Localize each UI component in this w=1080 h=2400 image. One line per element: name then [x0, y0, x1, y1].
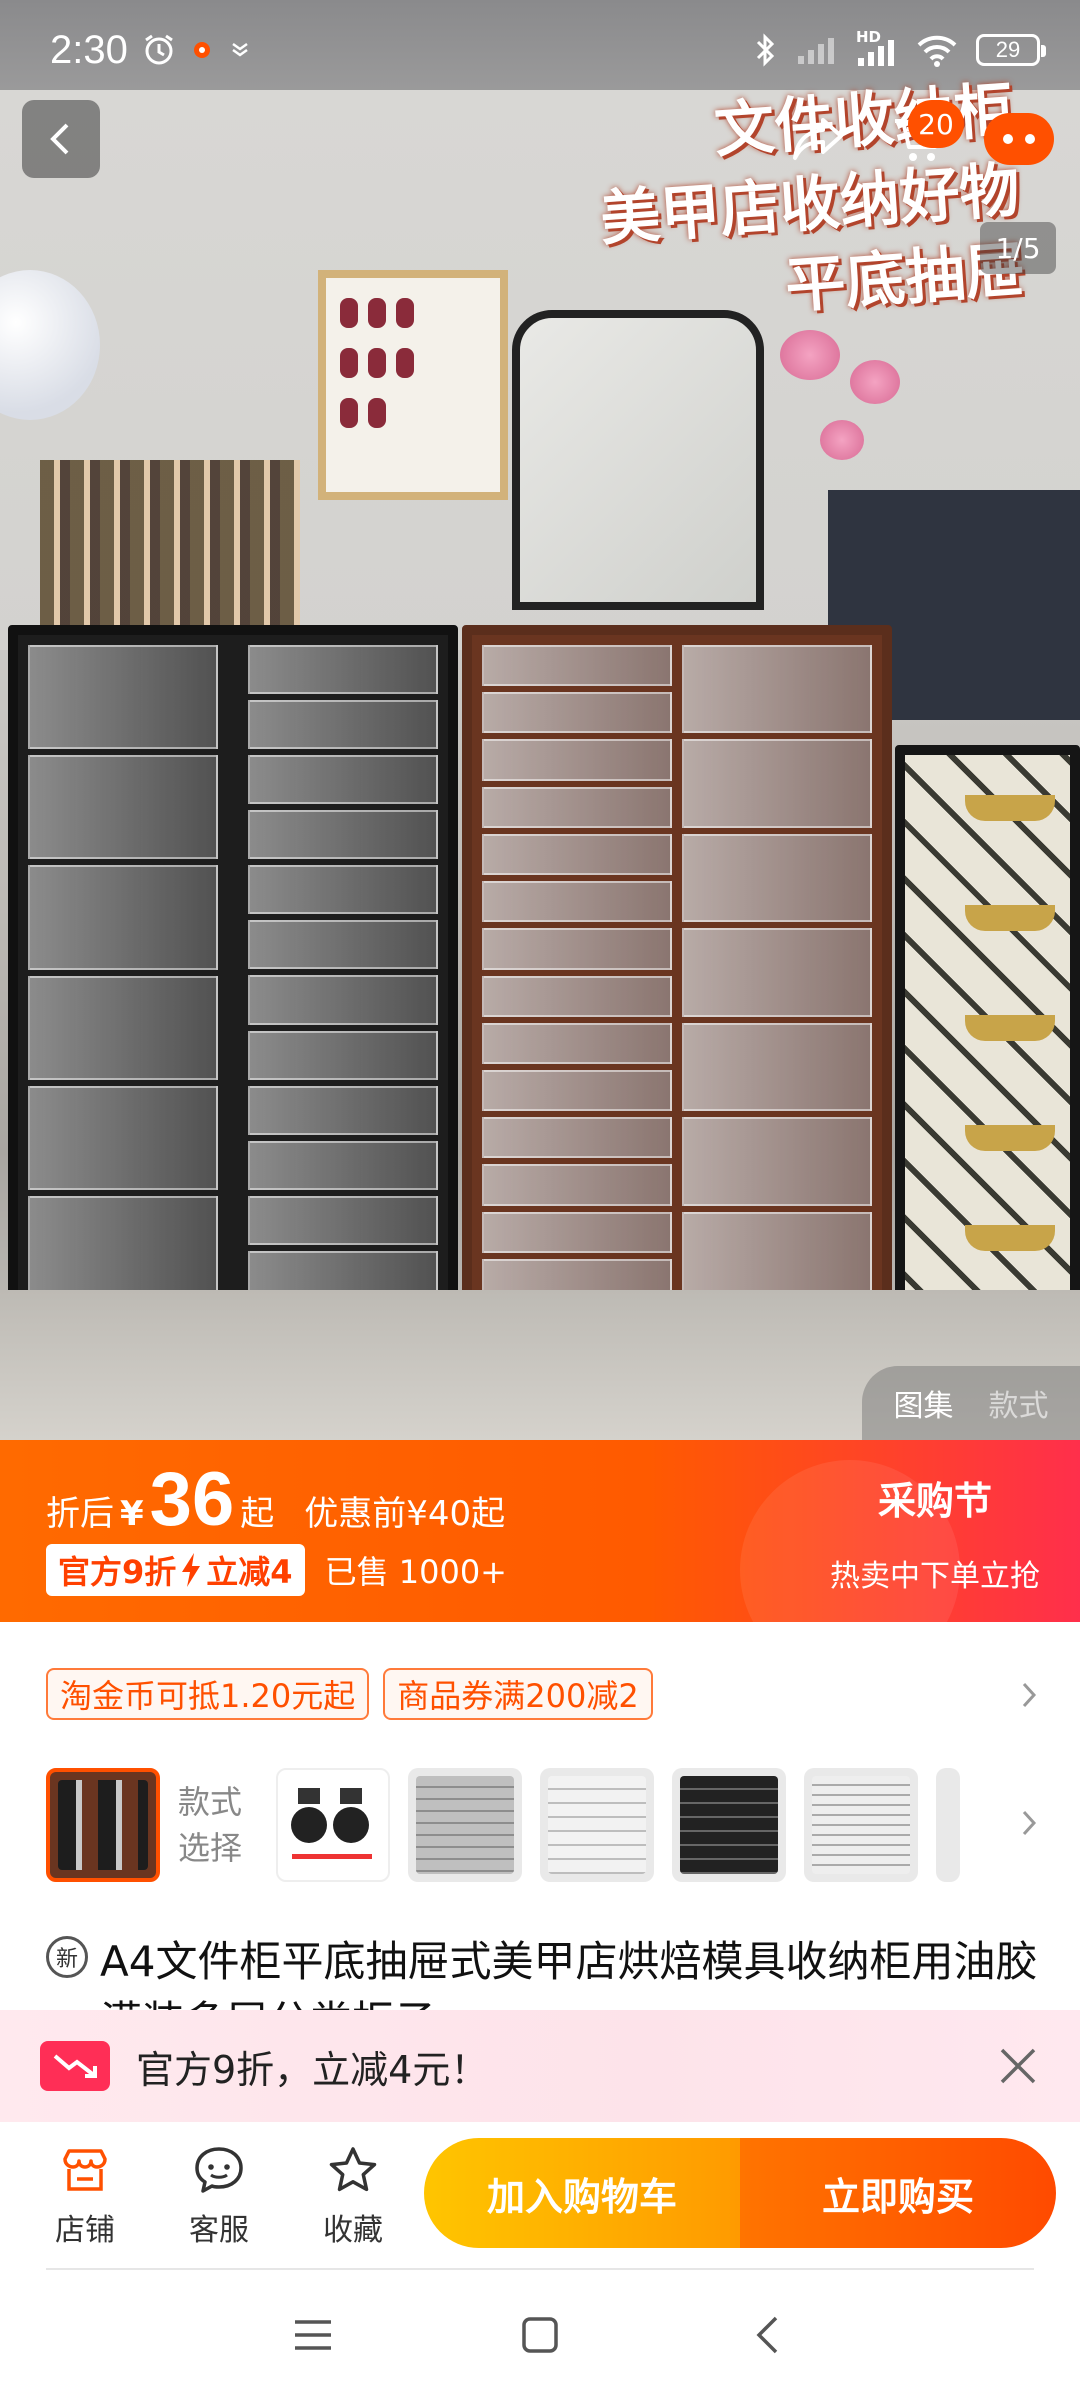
new-badge: 新	[46, 1936, 88, 1978]
variant-thumb-white[interactable]	[540, 1768, 654, 1882]
lightning-icon	[182, 1553, 201, 1587]
coupon-row[interactable]: 淘金币可抵1.20元起 商品券满200减2	[46, 1668, 653, 1720]
discount-trend-icon	[40, 2041, 110, 2091]
signal-hd-icon: HD	[854, 28, 898, 68]
variant-thumb-white-tall[interactable]	[804, 1768, 918, 1882]
network-type-label: HD	[856, 28, 882, 46]
caster-wheel-icon	[291, 1788, 372, 1859]
battery-indicator: 29	[976, 34, 1046, 66]
price-prefix: 折后	[46, 1494, 114, 1534]
chevron-right-icon[interactable]	[1014, 1680, 1044, 1710]
promo-strip[interactable]: 官方9折，立减4元！	[0, 2010, 1080, 2122]
variant-label: 款式 选择	[178, 1783, 243, 1867]
image-mirror	[512, 310, 764, 610]
shop-icon	[63, 2149, 107, 2191]
cart-count-badge: 20	[908, 100, 964, 148]
variant-thumb-black[interactable]	[672, 1768, 786, 1882]
price-value: 36	[149, 1457, 235, 1542]
image-flower	[850, 360, 900, 404]
image-cabinet-middle	[462, 625, 892, 1320]
variant-thumb-wheels[interactable]	[276, 1768, 390, 1882]
image-cabinet-floral	[895, 745, 1080, 1315]
festival-subtitle: 热卖中下单立抢	[830, 1559, 1040, 1594]
festival-title: 采购节	[877, 1479, 992, 1523]
variant-thumb-selected[interactable]	[46, 1768, 160, 1882]
menu-icon	[295, 2320, 332, 2350]
image-counter: 1/5	[980, 222, 1056, 274]
image-flower	[780, 330, 840, 380]
wifi-icon	[916, 33, 958, 67]
recent-apps-button[interactable]	[283, 2305, 343, 2365]
buy-now-button[interactable]: 立即购买	[740, 2138, 1056, 2248]
variant-thumb-gray[interactable]	[408, 1768, 522, 1882]
taobao-notification-icon	[190, 38, 214, 62]
back-arrow-icon	[756, 2316, 777, 2354]
chevron-left-icon	[50, 123, 69, 155]
status-time: 2:30	[50, 27, 128, 72]
home-square-icon	[522, 2317, 558, 2353]
back-button[interactable]	[22, 100, 100, 178]
home-button[interactable]	[510, 2305, 570, 2365]
system-nav-bar	[0, 2270, 1080, 2400]
system-back-button[interactable]	[737, 2305, 797, 2365]
discount-tag: 官方9折 立减4	[46, 1544, 305, 1596]
shop-label: 店铺	[55, 2213, 115, 2248]
price-suffix: 起	[240, 1494, 275, 1534]
sold-count: 已售 1000+	[324, 1553, 507, 1591]
festival-banner[interactable]: 采购节 热卖中下单立抢	[810, 1470, 1060, 1595]
product-title[interactable]: A4文件柜平底抽屉式美甲店烘焙模具收纳柜用油胶满装多层分类柜子	[100, 1932, 1046, 2022]
favorite-button[interactable]: 收藏	[286, 2143, 420, 2249]
chat-icon	[195, 2147, 243, 2193]
image-bottles	[40, 460, 300, 630]
customer-service-button[interactable]: 客服	[152, 2143, 286, 2249]
more-dots-icon	[984, 113, 1054, 165]
original-price: 优惠前¥40起	[304, 1494, 506, 1534]
coupon-coin[interactable]: 淘金币可抵1.20元起	[46, 1668, 370, 1720]
share-button[interactable]	[780, 100, 858, 178]
signal-weak-icon	[796, 34, 836, 66]
close-icon[interactable]	[996, 2044, 1040, 2088]
star-icon	[329, 2147, 377, 2192]
variant-thumb-partial[interactable]	[936, 1768, 960, 1882]
bluetooth-icon	[754, 32, 778, 68]
favorite-label: 收藏	[323, 2213, 383, 2248]
variant-selector[interactable]: 款式 选择	[46, 1768, 960, 1882]
bottom-action-bar: 店铺 客服 收藏 加入购物车 立即购买	[0, 2122, 1080, 2270]
product-info-card: 淘金币可抵1.20元起 商品券满200减2 款式 选择 新 A4文件柜平底抽屉式…	[0, 1622, 1080, 2022]
share-icon	[793, 118, 843, 160]
more-button[interactable]	[980, 100, 1058, 178]
price-banner: 折后 ¥ 36 起 优惠前¥40起 官方9折 立减4 已售 1000+ 采购节 …	[0, 1440, 1080, 1622]
tab-gallery[interactable]: 图集	[894, 1381, 954, 1425]
image-cabinet-left	[8, 625, 458, 1320]
status-bar: 2:30 HD 29	[0, 0, 1080, 100]
alarm-icon	[142, 33, 176, 67]
tab-styles[interactable]: 款式	[989, 1381, 1049, 1425]
chevron-right-icon[interactable]	[1014, 1808, 1044, 1838]
currency-symbol: ¥	[120, 1494, 144, 1534]
coupon-voucher[interactable]: 商品券满200减2	[383, 1668, 653, 1720]
image-nail-display	[318, 270, 508, 500]
promo-text: 官方9折，立减4元！	[136, 2047, 489, 2092]
cta-group: 加入购物车 立即购买	[424, 2138, 1056, 2248]
app-notification-icon	[228, 38, 252, 62]
gallery-tabs: 图集 款式	[862, 1366, 1080, 1440]
add-to-cart-button[interactable]: 加入购物车	[424, 2138, 740, 2248]
product-image[interactable]: 文件收纳柜 美甲店收纳好物 平底抽屉	[0, 0, 1080, 1440]
shop-button[interactable]: 店铺	[18, 2143, 152, 2249]
product-title-row: 新 A4文件柜平底抽屉式美甲店烘焙模具收纳柜用油胶满装多层分类柜子	[46, 1932, 1046, 2022]
customer-service-label: 客服	[189, 2213, 249, 2248]
image-flower	[820, 420, 864, 460]
